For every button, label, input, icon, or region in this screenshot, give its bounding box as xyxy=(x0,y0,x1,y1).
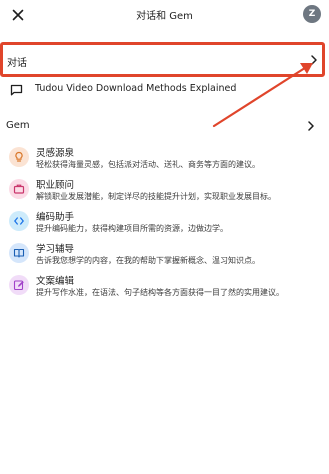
code-icon xyxy=(9,211,29,231)
book-icon xyxy=(9,243,29,263)
briefcase-icon xyxy=(9,179,29,199)
gem-title: 编码助手 xyxy=(36,212,75,223)
gem-item-learning-coach[interactable]: 学习辅导 告诉我您想学的内容，在我的帮助下掌握新概念、温习知识点。 xyxy=(0,239,329,269)
gem-item-career-guide[interactable]: 职业顾问 解锁职业发展潜能，制定详尽的技能提升计划，实现职业发展目标。 xyxy=(0,175,329,205)
gem-section-header[interactable]: Gem xyxy=(0,115,329,137)
gem-label: Gem xyxy=(6,120,30,131)
conversations-and-gems-panel: 对话和 Gem Z 对话 Tudou Video Download Method… xyxy=(0,0,329,474)
header: 对话和 Gem Z xyxy=(0,0,329,30)
chevron-right-icon xyxy=(308,121,314,131)
conversations-section-header[interactable]: 对话 xyxy=(0,42,325,77)
gem-description: 提升写作水准，在语法、句子结构等各方面获得一目了然的实用建议。 xyxy=(36,288,284,297)
edit-icon xyxy=(9,275,29,295)
gem-item-coding-partner[interactable]: 编码助手 提升编码能力，获得构建项目所需的资源，边做边学。 xyxy=(0,207,329,237)
gem-description: 告诉我您想学的内容，在我的帮助下掌握新概念、温习知识点。 xyxy=(36,256,260,265)
lightbulb-icon xyxy=(9,147,29,167)
gem-description: 轻松获得海量灵感，包括派对活动、送礼、商务等方面的建议。 xyxy=(36,160,260,169)
page-title: 对话和 Gem xyxy=(136,11,193,22)
gem-description: 解锁职业发展潜能，制定详尽的技能提升计划，实现职业发展目标。 xyxy=(36,192,276,201)
gem-title: 职业顾问 xyxy=(36,180,75,191)
gem-item-brainstormer[interactable]: 灵感源泉 轻松获得海量灵感，包括派对活动、送礼、商务等方面的建议。 xyxy=(0,143,329,173)
gem-title: 学习辅导 xyxy=(36,244,75,255)
conversation-title: Tudou Video Download Methods Explained xyxy=(35,83,237,94)
conversations-label: 对话 xyxy=(7,58,27,69)
avatar[interactable]: Z xyxy=(303,5,321,23)
gem-description: 提升编码能力，获得构建项目所需的资源，边做边学。 xyxy=(36,224,228,233)
chevron-right-icon xyxy=(311,55,317,65)
chat-bubble-icon xyxy=(10,84,23,96)
gem-title: 文案编辑 xyxy=(36,276,75,287)
gem-title: 灵感源泉 xyxy=(36,148,75,159)
gem-item-writing-editor[interactable]: 文案编辑 提升写作水准，在语法、句子结构等各方面获得一目了然的实用建议。 xyxy=(0,271,329,301)
conversation-item[interactable]: Tudou Video Download Methods Explained xyxy=(6,81,324,99)
